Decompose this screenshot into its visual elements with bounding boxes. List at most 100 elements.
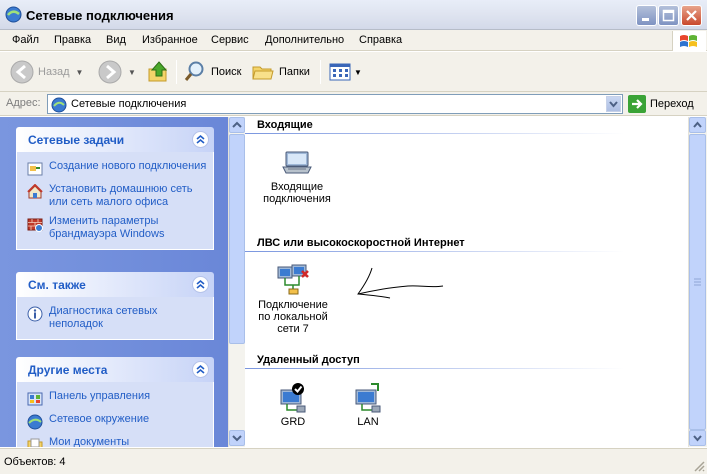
close-button[interactable] [681, 5, 702, 26]
info-icon [27, 306, 43, 322]
search-label: Поиск [211, 66, 242, 78]
lan-connection-icon [277, 264, 309, 295]
task-label: Изменить параметры брандмауэра Windows [49, 215, 165, 240]
task-control-panel[interactable]: Панель управления [27, 390, 207, 407]
task-pane-scrollbar[interactable] [228, 117, 245, 447]
search-button[interactable]: Поиск [183, 58, 241, 86]
status-bar: Объектов: 4 [0, 448, 707, 474]
group-header-remote: Удаленный доступ [257, 354, 360, 366]
group-header-lan: ЛВС или высокоскоростной Интернет [257, 237, 465, 249]
scroll-up-button[interactable] [689, 117, 706, 133]
task-label: Диагностика сетевых неполадок [49, 305, 158, 330]
dialup-grd-item[interactable]: GRD [253, 382, 333, 428]
chevron-down-icon [609, 101, 618, 108]
resize-grip-icon[interactable] [693, 460, 705, 472]
panel-header[interactable]: Сетевые задачи [16, 127, 214, 152]
toolbar: Назад ▼ ▼ Поиск Папки ▼ [0, 52, 707, 92]
group-header-incoming: Входящие [257, 119, 313, 131]
incoming-connections-icon [282, 151, 312, 174]
forward-arrow-icon [98, 60, 122, 84]
task-network-places[interactable]: Сетевое окружение [27, 413, 207, 430]
menu-favorites[interactable]: Избранное [142, 34, 198, 46]
new-connection-icon [27, 162, 43, 176]
views-icon [329, 63, 351, 81]
menu-file[interactable]: Файл [12, 34, 39, 46]
task-firewall[interactable]: Изменить параметры брандмауэра Windows [27, 215, 207, 241]
network-connections-icon [5, 6, 22, 23]
item-label: LAN [357, 416, 379, 428]
chevron-down-icon [232, 435, 242, 442]
scroll-thumb[interactable] [229, 134, 245, 344]
chevron-down-icon[interactable]: ▼ [128, 68, 136, 77]
network-tasks-panel: Сетевые задачи Создание нового подключен… [16, 127, 214, 250]
task-pane: Сетевые задачи Создание нового подключен… [0, 117, 228, 447]
task-label: Панель управления [49, 390, 151, 402]
maximize-button[interactable] [658, 5, 679, 26]
incoming-connections-item[interactable]: Входящие подключения [257, 149, 337, 205]
chevron-up-icon [232, 121, 242, 128]
views-button[interactable]: ▼ [328, 58, 362, 86]
menu-advanced[interactable]: Дополнительно [265, 34, 344, 46]
toolbar-separator [176, 60, 177, 84]
forward-button[interactable]: ▼ [98, 58, 136, 86]
dialup-default-icon [280, 383, 306, 413]
up-folder-icon [148, 61, 168, 82]
menu-view[interactable]: Вид [106, 34, 126, 46]
title-bar[interactable]: Сетевые подключения [0, 0, 707, 30]
group-divider [245, 251, 625, 252]
group-divider [245, 133, 625, 134]
task-diagnostics[interactable]: Диагностика сетевых неполадок [27, 305, 207, 331]
task-label: Сетевое окружение [49, 413, 150, 425]
firewall-icon [27, 218, 43, 232]
panel-body: Диагностика сетевых неполадок [16, 297, 214, 340]
scroll-up-button[interactable] [229, 117, 245, 133]
windows-logo-icon [672, 31, 706, 51]
status-text: Объектов: 4 [4, 456, 66, 468]
back-arrow-icon [10, 60, 34, 84]
collapse-icon[interactable] [192, 276, 209, 293]
task-label: Мои документы [49, 436, 130, 447]
folders-label: Папки [279, 66, 310, 78]
back-label: Назад [38, 66, 70, 78]
dialup-lan-item[interactable]: LAN [328, 382, 408, 428]
collapse-icon[interactable] [192, 361, 209, 378]
scroll-thumb[interactable] [689, 134, 706, 430]
chevron-down-icon [693, 435, 702, 442]
search-icon [184, 61, 204, 81]
lan-connection-item[interactable]: Подключение по локальной сети 7 [253, 263, 333, 335]
grip-icon [694, 278, 701, 286]
task-create-connection[interactable]: Создание нового подключения [27, 160, 207, 177]
folders-button[interactable]: Папки [251, 58, 310, 86]
scroll-down-button[interactable] [689, 430, 706, 446]
item-label: GRD [280, 416, 306, 428]
task-my-documents[interactable]: Мои документы [27, 436, 207, 447]
menu-help[interactable]: Справка [359, 34, 402, 46]
dialup-icon [355, 383, 381, 413]
menu-tools[interactable]: Сервис [211, 34, 249, 46]
panel-header[interactable]: См. также [16, 272, 214, 297]
address-dropdown-button[interactable] [606, 96, 621, 112]
go-label: Переход [650, 98, 694, 110]
chevron-down-icon[interactable]: ▼ [354, 68, 362, 77]
menu-edit[interactable]: Правка [54, 34, 91, 46]
home-network-icon [27, 184, 43, 199]
back-button[interactable]: Назад ▼ [10, 58, 83, 86]
address-value: Сетевые подключения [71, 98, 187, 110]
network-places-icon [27, 414, 43, 430]
collapse-icon[interactable] [192, 131, 209, 148]
scroll-down-button[interactable] [229, 430, 245, 446]
up-folder-button[interactable] [147, 58, 171, 86]
go-arrow-icon [628, 95, 646, 113]
panel-title: Сетевые задачи [28, 133, 125, 147]
content-scrollbar[interactable] [688, 117, 707, 447]
panel-header[interactable]: Другие места [16, 357, 214, 382]
minimize-button[interactable] [636, 5, 657, 26]
task-label: Создание нового подключения [49, 160, 207, 172]
content-pane: Входящие Входящие подключения ЛВС или вы… [245, 117, 688, 447]
group-divider [245, 368, 625, 369]
hand-drawn-arrow [357, 267, 444, 299]
address-input[interactable]: Сетевые подключения [47, 94, 623, 114]
task-home-network[interactable]: Установить домашнюю сеть или сеть малого… [27, 183, 207, 209]
chevron-down-icon[interactable]: ▼ [76, 68, 84, 77]
go-button[interactable]: Переход [628, 95, 694, 113]
